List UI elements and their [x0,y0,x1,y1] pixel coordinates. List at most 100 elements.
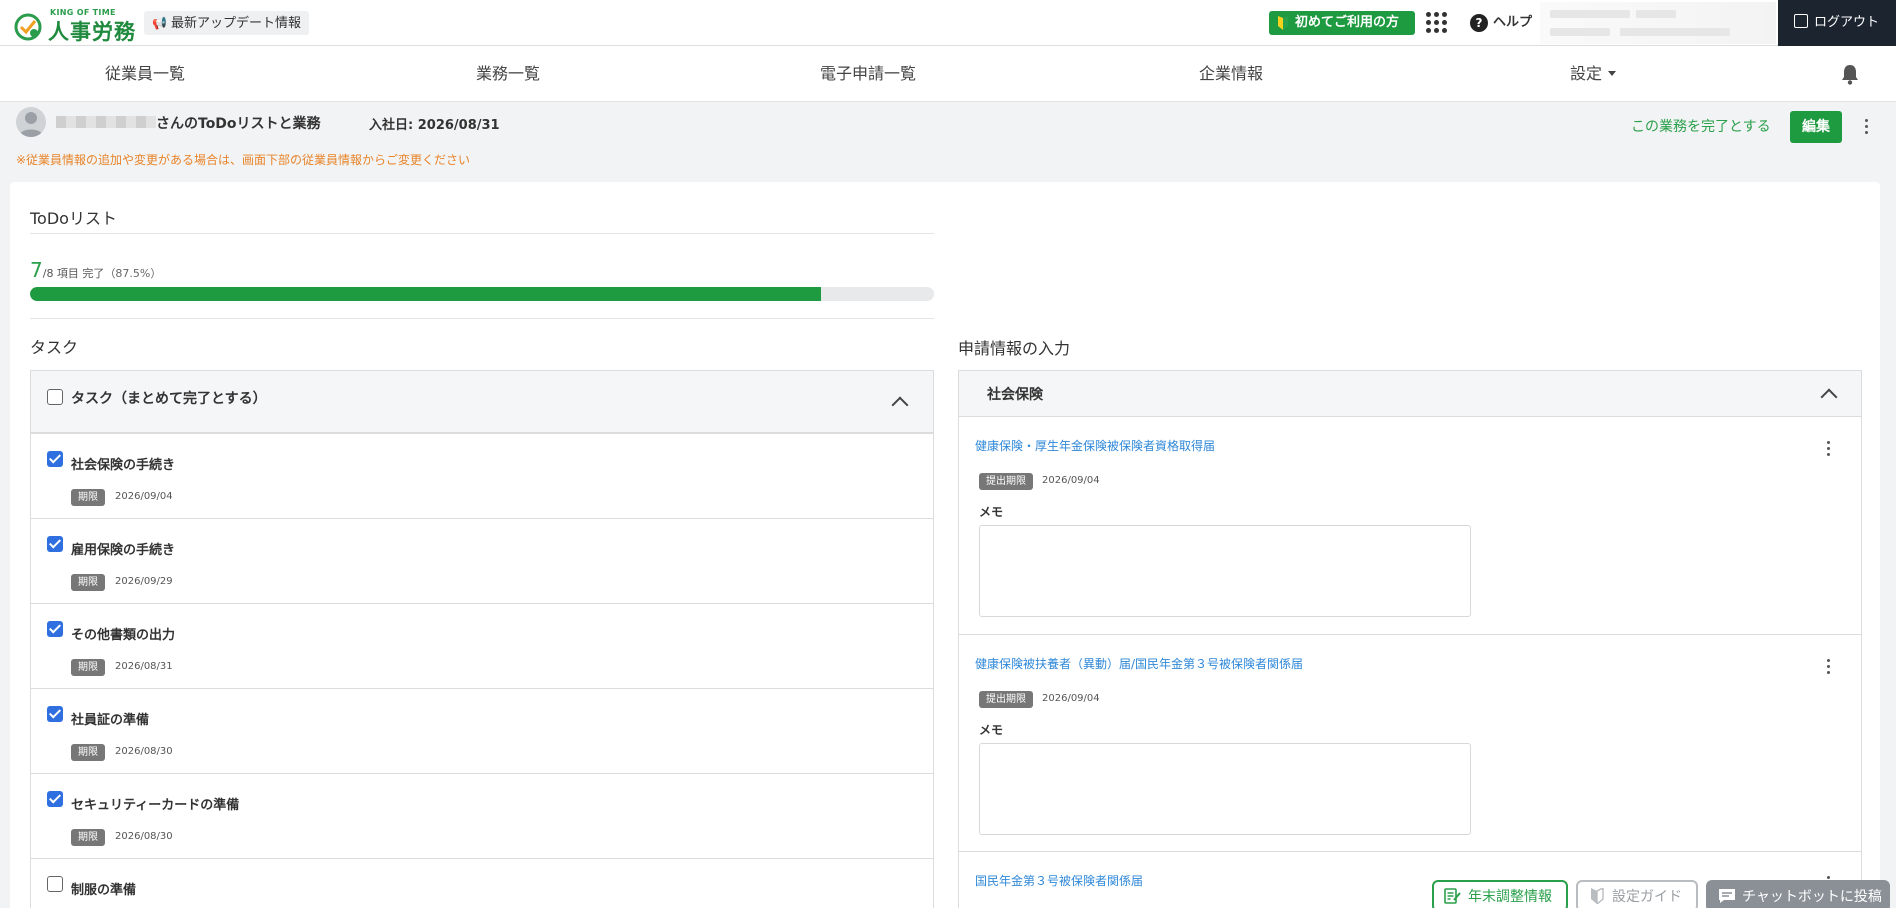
task-label: 制服の準備 [71,883,137,898]
task-label: その他書類の出力 [71,628,176,643]
submission-deadline-date: 2026/09/04 [1042,693,1100,704]
nav-item-company-info[interactable]: 企業情報 [1199,46,1263,102]
deadline-badge: 期限 [71,574,105,591]
user-account-menu[interactable] [1540,2,1776,44]
task-row[interactable]: 社会保険の手続き 期限 2026/09/04 [31,433,933,518]
more-options-icon[interactable] [1826,441,1830,459]
progress-total: /8 項目 完了 [42,267,105,280]
tasks-panel-header[interactable]: タスク（まとめて完了とする） [31,371,933,433]
progress-bar-fill [30,287,821,301]
avatar [16,107,46,137]
app-logo[interactable]: KING OF TIME 人事労務 [12,6,136,44]
task-row[interactable]: その他書類の出力 期限 2026/08/31 [31,603,933,688]
task-label: 社会保険の手続き [71,458,176,473]
nav-item-e-applications[interactable]: 電子申請一覧 [820,46,916,102]
task-checkbox[interactable] [47,451,63,467]
first-time-user-label: 初めてご利用の方 [1295,15,1400,30]
progress-summary: 7/8 項目 完了（87.5%） [30,258,161,282]
progress-percent: （87.5%） [104,267,162,280]
task-checkbox[interactable] [47,621,63,637]
task-checkbox[interactable] [47,706,63,722]
task-deadline-date: 2026/08/31 [115,661,173,672]
social-insurance-group-title: 社会保険 [987,387,1043,403]
application-title-link[interactable]: 健康保険・厚生年金保険被保険者資格取得届 [975,437,1215,454]
submission-deadline-date: 2026/09/04 [1042,475,1100,486]
task-label: 雇用保険の手続き [71,543,176,558]
deadline-badge: 期限 [71,489,105,506]
task-checkbox[interactable] [47,791,63,807]
latest-update-button[interactable]: 📢 最新アップデート情報 [144,11,309,35]
help-label: ヘルプ [1493,15,1533,30]
hire-date: 入社日: 2026/08/31 [369,118,500,133]
top-bar: KING OF TIME 人事労務 📢 最新アップデート情報 初めてご利用の方 ?… [0,0,1896,46]
task-checkbox[interactable] [47,876,63,892]
bell-icon[interactable] [1838,62,1862,86]
user-silhouette-icon [19,112,43,137]
more-options-icon[interactable] [1826,659,1830,677]
task-row[interactable]: 雇用保険の手続き 期限 2026/09/29 [31,518,933,603]
task-label: 社員証の準備 [71,713,150,728]
task-deadline-date: 2026/09/29 [115,576,173,587]
memo-textarea[interactable] [979,743,1471,835]
task-row[interactable]: 社員証の準備 期限 2026/08/30 [31,688,933,773]
memo-textarea[interactable] [979,525,1471,617]
applications-section-title: 申請情報の入力 [958,339,1071,358]
task-label: セキュリティーカードの準備 [71,798,240,813]
submission-deadline-badge: 提出期限 [979,691,1033,708]
tasks-section-title: タスク [30,338,79,357]
caret-down-icon [1608,71,1617,76]
divider [30,233,934,234]
deadline-badge: 期限 [71,659,105,676]
chatbot-label: チャットボットに投稿 [1742,889,1882,905]
task-deadline-date: 2026/08/30 [115,746,173,757]
latest-update-label: 最新アップデート情報 [170,16,301,31]
employee-name-redacted [56,116,156,128]
task-checkbox[interactable] [47,536,63,552]
nav-item-tasks[interactable]: 業務一覧 [476,46,540,102]
nav-settings-label: 設定 [1570,64,1603,83]
task-row[interactable]: セキュリティーカードの準備 期限 2026/08/30 [31,773,933,858]
edit-button[interactable]: 編集 [1790,111,1842,143]
application-title-link[interactable]: 国民年金第３号被保険者関係届 [975,872,1143,889]
task-row[interactable]: 制服の準備 [31,858,933,908]
beginner-mark-icon [1278,16,1288,30]
tasks-panel: タスク（まとめて完了とする） 社会保険の手続き 期限 2026/09/04 雇用保険の… [30,370,934,908]
chevron-up-icon[interactable] [891,396,909,414]
nav-item-employees[interactable]: 従業員一覧 [105,46,185,102]
applications-panel: 社会保険 健康保険・厚生年金保険被保険者資格取得届提出期限 2026/09/04 メ… [958,370,1862,908]
chatbot-button[interactable]: チャットボットに投稿 [1706,880,1890,908]
select-all-label: タスク（まとめて完了とする） [71,391,267,407]
document-edit-icon [1444,888,1461,904]
application-item: 健康保険被扶養者（異動）届/国民年金第３号被保険者関係届提出期限 2026/09/… [959,634,1861,851]
chevron-up-icon[interactable] [1820,388,1838,406]
beginner-mark-icon [1591,888,1604,904]
year-end-adjustment-button[interactable]: 年末調整情報 [1432,880,1568,908]
logout-button[interactable]: ログアウト [1778,0,1896,46]
notice-text: ※従業員情報の追加や変更がある場合は、画面下部の従業員情報からご変更ください [16,153,471,167]
todo-title: ToDoリスト [30,209,117,228]
divider [30,318,934,319]
logo-mark-icon [14,13,42,41]
page-title: さんのToDoリストと業務 [156,116,321,132]
deadline-badge: 期限 [71,829,105,846]
more-options-icon[interactable] [1864,119,1868,137]
first-time-user-button[interactable]: 初めてご利用の方 [1269,11,1415,35]
task-deadline-date: 2026/08/30 [115,831,173,842]
deadline-badge: 期限 [71,744,105,761]
application-title-link[interactable]: 健康保険被扶養者（異動）届/国民年金第３号被保険者関係届 [975,655,1303,672]
complete-task-link[interactable]: この業務を完了とする [1631,116,1771,136]
submission-deadline-badge: 提出期限 [979,473,1033,490]
application-item: 健康保険・厚生年金保険被保険者資格取得届 提出期限 2026/09/04 メモ [959,417,1861,634]
select-all-checkbox[interactable] [47,389,63,405]
setup-guide-button[interactable]: 設定ガイド [1576,880,1698,908]
nav-item-settings[interactable]: 設定 [1570,46,1617,102]
logout-label: ログアウト [1814,15,1880,30]
progress-done-count: 7 [30,258,43,282]
memo-label: メモ [979,723,1004,737]
app-grid-icon[interactable] [1426,12,1448,34]
help-button[interactable]: ? ヘルプ [1470,12,1532,34]
year-end-adjustment-label: 年末調整情報 [1468,889,1552,905]
help-icon: ? [1470,13,1488,32]
applications-panel-header[interactable]: 社会保険 [959,371,1861,417]
setup-guide-label: 設定ガイド [1612,889,1682,905]
